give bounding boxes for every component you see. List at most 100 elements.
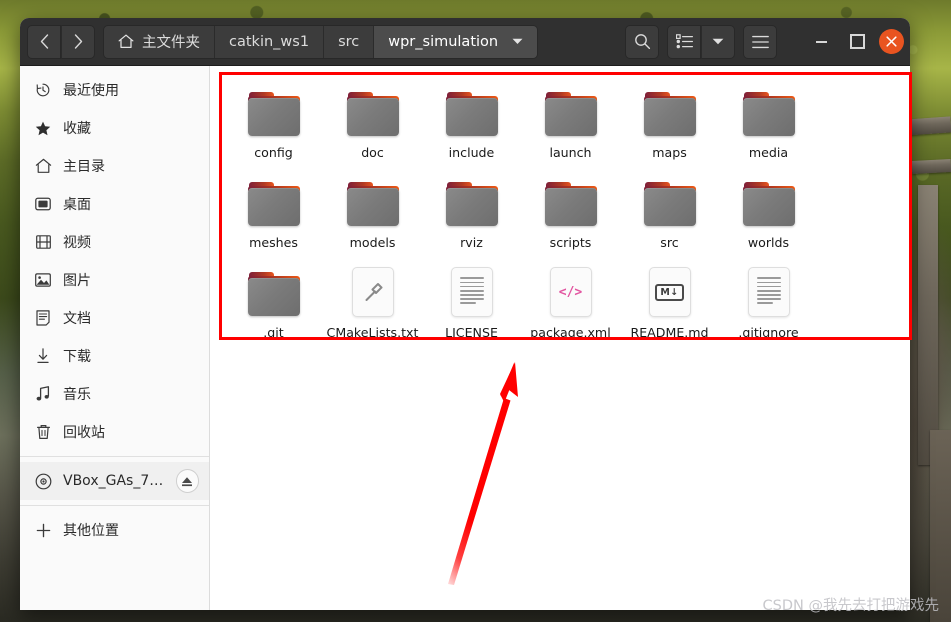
home-icon	[118, 34, 134, 49]
file-item[interactable]: .gitignore	[719, 258, 818, 348]
sidebar-item-label: 桌面	[63, 197, 91, 213]
file-icon-box	[741, 84, 797, 140]
eject-icon	[182, 476, 193, 486]
file-item[interactable]: </> package.xml	[521, 258, 620, 348]
file-item[interactable]: worlds	[719, 168, 818, 258]
list-view-button[interactable]	[667, 24, 701, 59]
sidebar-drive-label: VBox_GAs_7....	[63, 473, 165, 489]
file-grid: config doc include launch maps media meshes mod…	[210, 66, 910, 348]
breadcrumb-item-catkin-ws1[interactable]: catkin_ws1	[215, 25, 325, 58]
sidebar-item-label: 下载	[63, 349, 91, 365]
folder-icon	[643, 92, 696, 136]
sidebar-item-label: 回收站	[63, 425, 105, 441]
maximize-button[interactable]	[843, 28, 871, 56]
markdown-file-icon: M↓	[648, 267, 691, 317]
file-item[interactable]: CMakeLists.txt	[323, 258, 422, 348]
file-item[interactable]: scripts	[521, 168, 620, 258]
breadcrumb-item-wpr-simulation[interactable]: wpr_simulation	[374, 25, 538, 58]
file-icon-box	[543, 174, 599, 230]
minimize-button[interactable]	[807, 28, 835, 56]
sidebar-item-pictures[interactable]: 图片	[20, 261, 209, 299]
file-item[interactable]: LICENSE	[422, 258, 521, 348]
sidebar-item-label: 文档	[63, 311, 91, 327]
code-file-icon: </>	[549, 267, 592, 317]
file-name-label: models	[349, 235, 396, 250]
file-name-label: config	[254, 145, 293, 160]
file-icon-box	[345, 84, 401, 140]
hamburger-menu-icon	[751, 35, 769, 48]
file-item[interactable]: meshes	[224, 168, 323, 258]
file-icon-box	[543, 84, 599, 140]
clock-icon	[34, 81, 52, 99]
search-button[interactable]	[625, 24, 659, 59]
music-icon	[34, 385, 52, 403]
file-name-label: meshes	[249, 235, 298, 250]
wallpaper-plank	[904, 116, 951, 136]
folder-icon	[445, 182, 498, 226]
breadcrumb: 主文件夹 catkin_ws1 src wpr_simulation	[103, 24, 539, 59]
sidebar-item-other-locations[interactable]: 其他位置	[20, 511, 209, 549]
sidebar-item-drive[interactable]: VBox_GAs_7....	[20, 462, 209, 500]
file-name-label: rviz	[460, 235, 483, 250]
file-icon-box	[741, 174, 797, 230]
file-item[interactable]: src	[620, 168, 719, 258]
file-item[interactable]: config	[224, 78, 323, 168]
breadcrumb-item-src[interactable]: src	[324, 25, 375, 58]
close-button[interactable]	[879, 29, 904, 54]
back-button[interactable]	[27, 24, 61, 59]
forward-button[interactable]	[61, 24, 95, 59]
plus-icon	[34, 521, 52, 539]
sidebar-item-starred[interactable]: 收藏	[20, 109, 209, 147]
file-icon-box	[444, 264, 500, 320]
file-name-label: src	[660, 235, 679, 250]
sidebar-item-downloads[interactable]: 下载	[20, 337, 209, 375]
folder-icon	[742, 92, 795, 136]
file-item[interactable]: maps	[620, 78, 719, 168]
file-item[interactable]: .git	[224, 258, 323, 348]
eject-button[interactable]	[175, 469, 199, 493]
file-icon-box	[642, 174, 698, 230]
file-name-label: package.xml	[530, 325, 611, 340]
toolbar-right	[625, 24, 904, 59]
file-item[interactable]: launch	[521, 78, 620, 168]
sidebar-item-videos[interactable]: 视频	[20, 223, 209, 261]
main-menu-button[interactable]	[743, 24, 777, 59]
chevron-down-icon	[512, 38, 523, 44]
file-item[interactable]: rviz	[422, 168, 521, 258]
sidebar-item-documents[interactable]: 文档	[20, 299, 209, 337]
sidebar-item-trash[interactable]: 回收站	[20, 413, 209, 451]
file-icon-box	[345, 174, 401, 230]
file-item[interactable]: include	[422, 78, 521, 168]
sidebar-item-label: 收藏	[63, 121, 91, 137]
sidebar-item-music[interactable]: 音乐	[20, 375, 209, 413]
file-name-label: media	[748, 145, 789, 160]
file-icon-box	[246, 264, 302, 320]
file-item[interactable]: doc	[323, 78, 422, 168]
view-options-dropdown[interactable]	[701, 24, 735, 59]
sidebar-item-recent[interactable]: 最近使用	[20, 71, 209, 109]
folder-icon	[247, 182, 300, 226]
file-name-label: .gitignore	[738, 325, 799, 340]
sidebar-item-label: 图片	[63, 273, 91, 289]
file-browser-content[interactable]: config doc include launch maps media meshes mod…	[210, 66, 910, 610]
file-name-label: doc	[361, 145, 384, 160]
sidebar-item-desktop[interactable]: 桌面	[20, 185, 209, 223]
breadcrumb-label: src	[338, 33, 360, 50]
file-icon-box	[444, 174, 500, 230]
file-name-label: maps	[652, 145, 687, 160]
folder-icon	[742, 182, 795, 226]
file-item[interactable]: models	[323, 168, 422, 258]
breadcrumb-item-home[interactable]: 主文件夹	[104, 25, 215, 58]
file-item[interactable]: M↓ README.md	[620, 258, 719, 348]
file-name-label: scripts	[549, 235, 592, 250]
file-name-label: include	[448, 145, 495, 160]
file-item[interactable]: media	[719, 78, 818, 168]
sidebar-item-label: 其他位置	[63, 523, 119, 539]
download-icon	[34, 347, 52, 365]
sidebar-item-home[interactable]: 主目录	[20, 147, 209, 185]
folder-icon	[643, 182, 696, 226]
build-file-icon	[351, 267, 394, 317]
file-icon-box	[345, 264, 401, 320]
breadcrumb-label: 主文件夹	[142, 35, 200, 51]
folder-icon	[544, 182, 597, 226]
